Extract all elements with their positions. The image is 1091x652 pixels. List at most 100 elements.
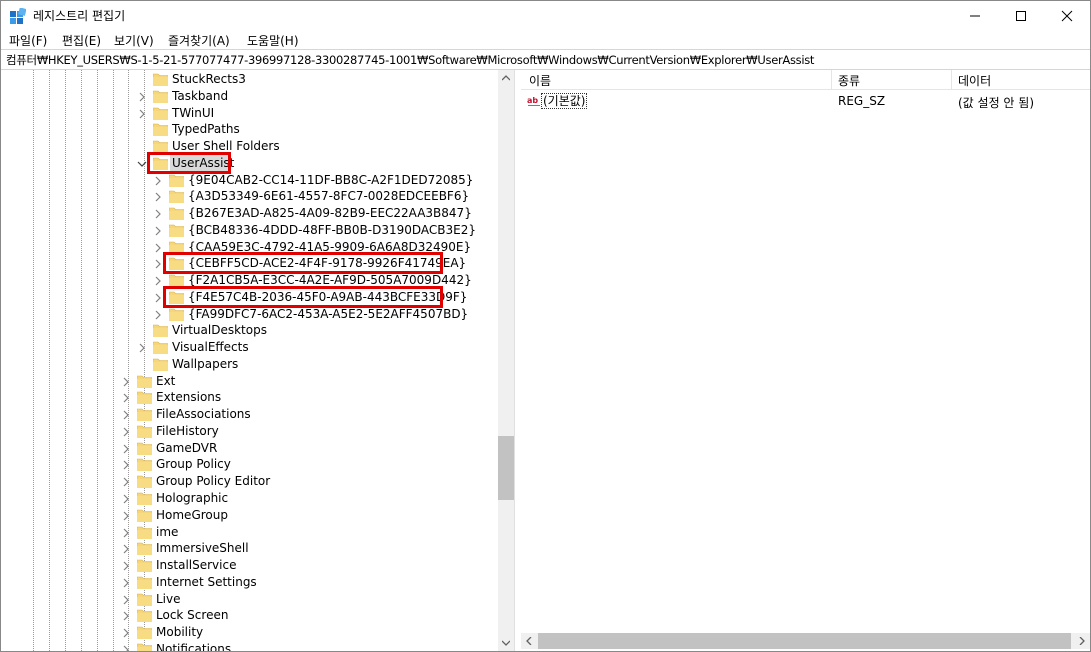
tree-node[interactable]: Taskband: [1, 88, 498, 105]
expand-chevron-icon[interactable]: [121, 493, 131, 504]
tree-node-guid[interactable]: {A3D53349-6E61-4557-8FC7-0028EDCEEBF6}: [1, 188, 498, 205]
tree-node[interactable]: VirtualDesktops: [1, 322, 498, 339]
tree-node[interactable]: HomeGroup: [1, 507, 498, 524]
maximize-button[interactable]: [998, 1, 1044, 30]
tree-node-label: FileHistory: [156, 423, 219, 438]
expand-chevron-icon[interactable]: [121, 409, 131, 420]
address-bar[interactable]: 컴퓨터₩HKEY_USERS₩S-1-5-21-577077477-396997…: [1, 49, 1090, 70]
tree-node-guid[interactable]: {9E04CAB2-CC14-11DF-BB8C-A2F1DED72085}: [1, 172, 498, 189]
expand-chevron-icon[interactable]: [153, 242, 163, 253]
expand-chevron-icon[interactable]: [153, 191, 163, 202]
tree-node[interactable]: User Shell Folders: [1, 138, 498, 155]
menu-favorites[interactable]: 즐겨찾기(A): [168, 32, 230, 49]
tree-node[interactable]: FileAssociations: [1, 406, 498, 423]
list-horizontal-scrollbar[interactable]: [521, 633, 1090, 649]
tree-node-guid[interactable]: {CEBFF5CD-ACE2-4F4F-9178-9926F41749EA}: [1, 252, 498, 275]
tree-vertical-scrollbar[interactable]: [498, 70, 514, 651]
tree-node[interactable]: FileHistory: [1, 423, 498, 440]
close-button[interactable]: [1044, 1, 1090, 30]
tree-node[interactable]: VisualEffects: [1, 339, 498, 356]
expand-chevron-icon[interactable]: [121, 627, 131, 638]
scroll-down-button[interactable]: [498, 635, 514, 651]
expand-chevron-icon[interactable]: [153, 275, 163, 286]
tree-node[interactable]: Live: [1, 591, 498, 608]
tree-node-label: {9E04CAB2-CC14-11DF-BB8C-A2F1DED72085}: [188, 172, 474, 187]
tree-node[interactable]: TypedPaths: [1, 121, 498, 138]
address-path[interactable]: 컴퓨터₩HKEY_USERS₩S-1-5-21-577077477-396997…: [6, 52, 814, 68]
tree-node[interactable]: Ext: [1, 373, 498, 390]
minimize-button[interactable]: [952, 1, 998, 30]
menu-file[interactable]: 파일(F): [9, 32, 47, 49]
tree-node-label: Extensions: [156, 390, 222, 405]
title-bar[interactable]: 레지스트리 편집기: [1, 1, 1090, 30]
tree-node-label: Group Policy Editor: [156, 474, 271, 489]
tree-node[interactable]: Mobility: [1, 624, 498, 641]
tree-node[interactable]: Group Policy Editor: [1, 473, 498, 490]
scroll-thumb[interactable]: [498, 436, 514, 500]
tree-node[interactable]: ImmersiveShell: [1, 540, 498, 557]
expand-chevron-icon[interactable]: [121, 510, 131, 521]
expand-chevron-icon[interactable]: [121, 644, 131, 651]
menu-view[interactable]: 보기(V): [114, 32, 154, 49]
expand-chevron-icon[interactable]: [137, 108, 147, 118]
tree-node[interactable]: StuckRects3: [1, 71, 498, 88]
expand-chevron-icon[interactable]: [121, 560, 131, 571]
tree-node[interactable]: Notifications: [1, 641, 498, 651]
menu-bar: 파일(F) 편집(E) 보기(V) 즐겨찾기(A) 도움말(H): [1, 30, 1090, 49]
expand-chevron-icon[interactable]: [137, 91, 147, 102]
tree-node[interactable]: Internet Settings: [1, 574, 498, 591]
tree-node-guid[interactable]: {B267E3AD-A825-4A09-82B9-EEC22AA3B847}: [1, 205, 498, 222]
tree-node[interactable]: Group Policy: [1, 456, 498, 473]
menu-edit[interactable]: 편집(E): [62, 32, 101, 49]
column-header-data[interactable]: 데이터: [958, 72, 991, 89]
tree-node-userassist[interactable]: UserAssist: [1, 151, 498, 174]
tree-node[interactable]: ime: [1, 524, 498, 541]
tree-node-guid[interactable]: {F4E57C4B-2036-45F0-A9AB-443BCFE33D9F}: [1, 285, 498, 308]
expand-chevron-icon[interactable]: [153, 292, 163, 303]
expand-chevron-icon[interactable]: [153, 225, 163, 236]
registry-tree[interactable]: StuckRects3 Taskband TWinUI TypedPaths User …: [1, 70, 498, 651]
column-header-type[interactable]: 종류: [838, 72, 860, 89]
expand-chevron-icon[interactable]: [121, 392, 131, 403]
tree-node[interactable]: Holographic: [1, 490, 498, 507]
collapse-chevron-icon[interactable]: [137, 158, 147, 168]
expand-chevron-icon[interactable]: [121, 543, 131, 554]
menu-help[interactable]: 도움말(H): [247, 32, 299, 49]
expand-chevron-icon[interactable]: [121, 594, 131, 604]
scroll-right-button[interactable]: [1074, 633, 1090, 649]
tree-node-guid[interactable]: {BCB48336-4DDD-48FF-BB0B-D3190DACB3E2}: [1, 222, 498, 239]
expand-chevron-icon[interactable]: [121, 476, 131, 487]
value-row[interactable]: ab (기본값) REG_SZ (값 설정 안 됨): [521, 92, 1090, 110]
scroll-left-button[interactable]: [521, 633, 537, 649]
folder-icon: [168, 189, 185, 204]
column-header-name[interactable]: 이름: [529, 72, 551, 89]
string-value-icon: ab: [527, 94, 541, 107]
column-divider[interactable]: [951, 70, 952, 89]
tree-node[interactable]: Wallpapers: [1, 356, 498, 373]
expand-chevron-icon[interactable]: [121, 459, 131, 470]
expand-chevron-icon[interactable]: [153, 208, 163, 219]
scroll-up-button[interactable]: [498, 70, 514, 86]
tree-node[interactable]: GameDVR: [1, 440, 498, 457]
caret-up-icon: [502, 75, 510, 81]
tree-node[interactable]: Lock Screen: [1, 607, 498, 624]
expand-chevron-icon[interactable]: [121, 527, 131, 537]
expand-chevron-icon[interactable]: [121, 426, 131, 437]
expand-chevron-icon[interactable]: [121, 443, 131, 454]
folder-icon: [168, 206, 185, 221]
column-divider[interactable]: [831, 70, 832, 89]
expand-chevron-icon[interactable]: [121, 376, 131, 387]
expand-chevron-icon[interactable]: [137, 342, 147, 353]
expand-chevron-icon[interactable]: [153, 175, 163, 185]
tree-node-guid[interactable]: {FA99DFC7-6AC2-453A-A5E2-5E2AFF4507BD}: [1, 306, 498, 323]
tree-node[interactable]: InstallService: [1, 557, 498, 574]
expand-chevron-icon[interactable]: [153, 309, 163, 320]
expand-chevron-icon[interactable]: [153, 258, 163, 269]
tree-node[interactable]: Extensions: [1, 389, 498, 406]
tree-node[interactable]: TWinUI: [1, 105, 498, 122]
expand-chevron-icon[interactable]: [121, 610, 131, 621]
values-list[interactable]: 이름 종류 데이터 ab (기본값) REG_SZ (값 설정 안 됨): [521, 70, 1090, 651]
folder-icon: [152, 323, 169, 338]
scroll-thumb[interactable]: [538, 633, 1071, 649]
expand-chevron-icon[interactable]: [121, 577, 131, 588]
